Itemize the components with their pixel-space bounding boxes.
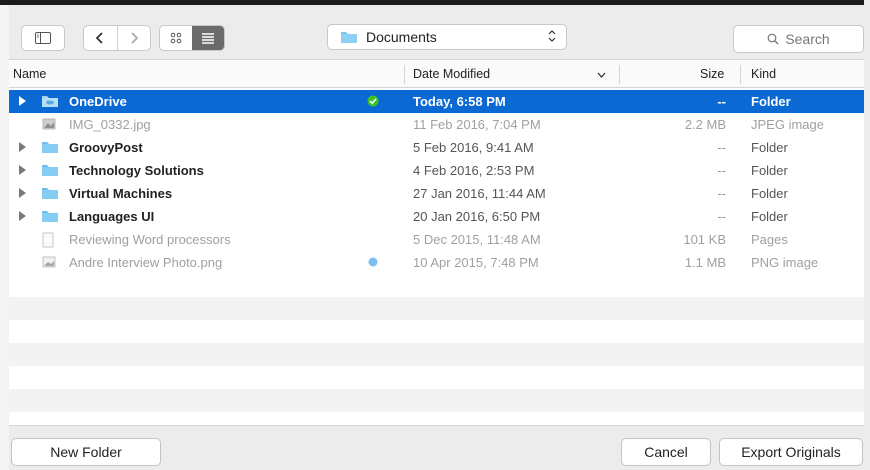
file-kind: Folder: [751, 209, 788, 224]
cancel-button[interactable]: Cancel: [621, 438, 711, 466]
location-popup[interactable]: Documents: [327, 24, 567, 50]
file-row-languages-ui[interactable]: Languages UI 20 Jan 2016, 6:50 PM -- Fol…: [9, 205, 864, 228]
grid-icon: [170, 32, 182, 44]
file-kind: Folder: [751, 94, 791, 109]
export-originals-button[interactable]: Export Originals: [719, 438, 863, 466]
file-name: Technology Solutions: [69, 163, 204, 178]
empty-row: [9, 297, 864, 320]
updown-chevron-icon: [548, 29, 556, 46]
export-dialog: Documents Search Name Date Modified Size: [0, 0, 870, 470]
file-name: Reviewing Word processors: [69, 232, 231, 247]
file-list: OneDrive Today, 6:58 PM -- Folder IMG_03…: [9, 88, 864, 418]
disclosure-triangle-icon[interactable]: [19, 142, 26, 152]
sidebar-icon: [35, 32, 51, 44]
new-folder-button[interactable]: New Folder: [11, 438, 161, 466]
file-size: 2.2 MB: [684, 117, 726, 132]
window-right-edge: [864, 0, 870, 470]
file-row-technology-solutions[interactable]: Technology Solutions 4 Feb 2016, 2:53 PM…: [9, 159, 864, 182]
column-date-modified[interactable]: Date Modified: [413, 67, 490, 81]
file-row-groovypost[interactable]: GroovyPost 5 Feb 2016, 9:41 AM -- Folder: [9, 136, 864, 159]
back-button[interactable]: [84, 26, 117, 50]
file-kind: JPEG image: [751, 117, 824, 132]
file-date: 27 Jan 2016, 11:44 AM: [413, 186, 546, 201]
sort-chevron-icon: [597, 68, 606, 82]
sync-check-icon: [367, 95, 379, 110]
file-row-onedrive[interactable]: OneDrive Today, 6:58 PM -- Folder: [9, 90, 864, 113]
file-date: 11 Feb 2016, 7:04 PM: [413, 117, 541, 132]
file-row-img0332[interactable]: IMG_0332.jpg 11 Feb 2016, 7:04 PM 2.2 MB…: [9, 113, 864, 136]
file-kind: Folder: [751, 186, 788, 201]
disclosure-triangle-icon[interactable]: [19, 211, 26, 221]
image-file-icon: [41, 117, 57, 134]
empty-row: [9, 366, 864, 389]
file-date: 20 Jan 2016, 6:50 PM: [413, 209, 541, 224]
search-icon: [767, 33, 779, 45]
file-kind: Folder: [751, 163, 788, 178]
column-divider: [740, 65, 741, 84]
empty-row: [9, 389, 864, 412]
file-date: 4 Feb 2016, 2:53 PM: [413, 163, 535, 178]
column-name[interactable]: Name: [13, 67, 46, 81]
image-file-icon: [41, 255, 57, 272]
file-size: 1.1 MB: [684, 255, 726, 270]
navigation-buttons: [83, 25, 151, 51]
file-kind: Folder: [751, 140, 788, 155]
file-date: 5 Feb 2016, 9:41 AM: [413, 140, 534, 155]
toolbar: Documents Search: [9, 5, 864, 60]
file-kind: Pages: [751, 232, 788, 247]
file-row-virtual-machines[interactable]: Virtual Machines 27 Jan 2016, 11:44 AM -…: [9, 182, 864, 205]
search-field[interactable]: Search: [733, 25, 864, 53]
search-placeholder: Search: [785, 31, 830, 47]
view-mode-buttons: [159, 25, 225, 51]
disclosure-triangle-icon[interactable]: [19, 96, 26, 106]
folder-icon: [41, 163, 59, 180]
file-kind: PNG image: [751, 255, 819, 270]
disclosure-triangle-icon[interactable]: [19, 165, 26, 175]
sync-dot-icon: [367, 256, 379, 271]
forward-button[interactable]: [116, 26, 151, 50]
file-name: Virtual Machines: [69, 186, 173, 201]
icon-view-button[interactable]: [160, 26, 192, 50]
file-size: --: [717, 186, 726, 201]
dialog-footer: New Folder Cancel Export Originals: [9, 425, 864, 470]
location-label: Documents: [366, 29, 437, 45]
folder-icon: [41, 140, 59, 157]
file-date: Today, 6:58 PM: [413, 94, 506, 109]
folder-cloud-icon: [41, 94, 59, 111]
folder-icon: [341, 32, 357, 43]
file-name: OneDrive: [69, 94, 127, 109]
list-view-button[interactable]: [192, 26, 224, 50]
column-divider: [404, 65, 405, 84]
file-size: --: [717, 209, 726, 224]
column-size[interactable]: Size: [700, 67, 724, 81]
file-date: 5 Dec 2015, 11:48 AM: [413, 232, 541, 247]
column-kind[interactable]: Kind: [751, 67, 776, 81]
list-icon: [202, 33, 214, 44]
document-icon: [41, 232, 55, 251]
file-name: Andre Interview Photo.png: [69, 255, 223, 270]
file-name: Languages UI: [69, 209, 155, 224]
column-divider: [619, 65, 620, 84]
file-date: 10 Apr 2015, 7:48 PM: [413, 255, 539, 270]
folder-icon: [41, 209, 59, 226]
folder-icon: [41, 186, 59, 203]
empty-row: [9, 320, 864, 343]
sidebar-toggle-button[interactable]: [21, 25, 65, 51]
window-left-edge: [0, 5, 9, 470]
chevron-left-icon: [95, 32, 103, 44]
empty-row: [9, 343, 864, 366]
file-row-reviewing-word-processors[interactable]: Reviewing Word processors 5 Dec 2015, 11…: [9, 228, 864, 251]
chevron-right-icon: [131, 32, 139, 44]
file-size: --: [717, 163, 726, 178]
file-size: --: [717, 140, 726, 155]
file-name: IMG_0332.jpg: [69, 117, 151, 132]
disclosure-triangle-icon[interactable]: [19, 188, 26, 198]
file-size: 101 KB: [683, 232, 726, 247]
file-name: GroovyPost: [69, 140, 143, 155]
file-size: --: [717, 94, 726, 109]
empty-row: [9, 274, 864, 297]
column-header: Name Date Modified Size Kind: [9, 61, 864, 88]
file-row-andre-interview-photo[interactable]: Andre Interview Photo.png 10 Apr 2015, 7…: [9, 251, 864, 274]
